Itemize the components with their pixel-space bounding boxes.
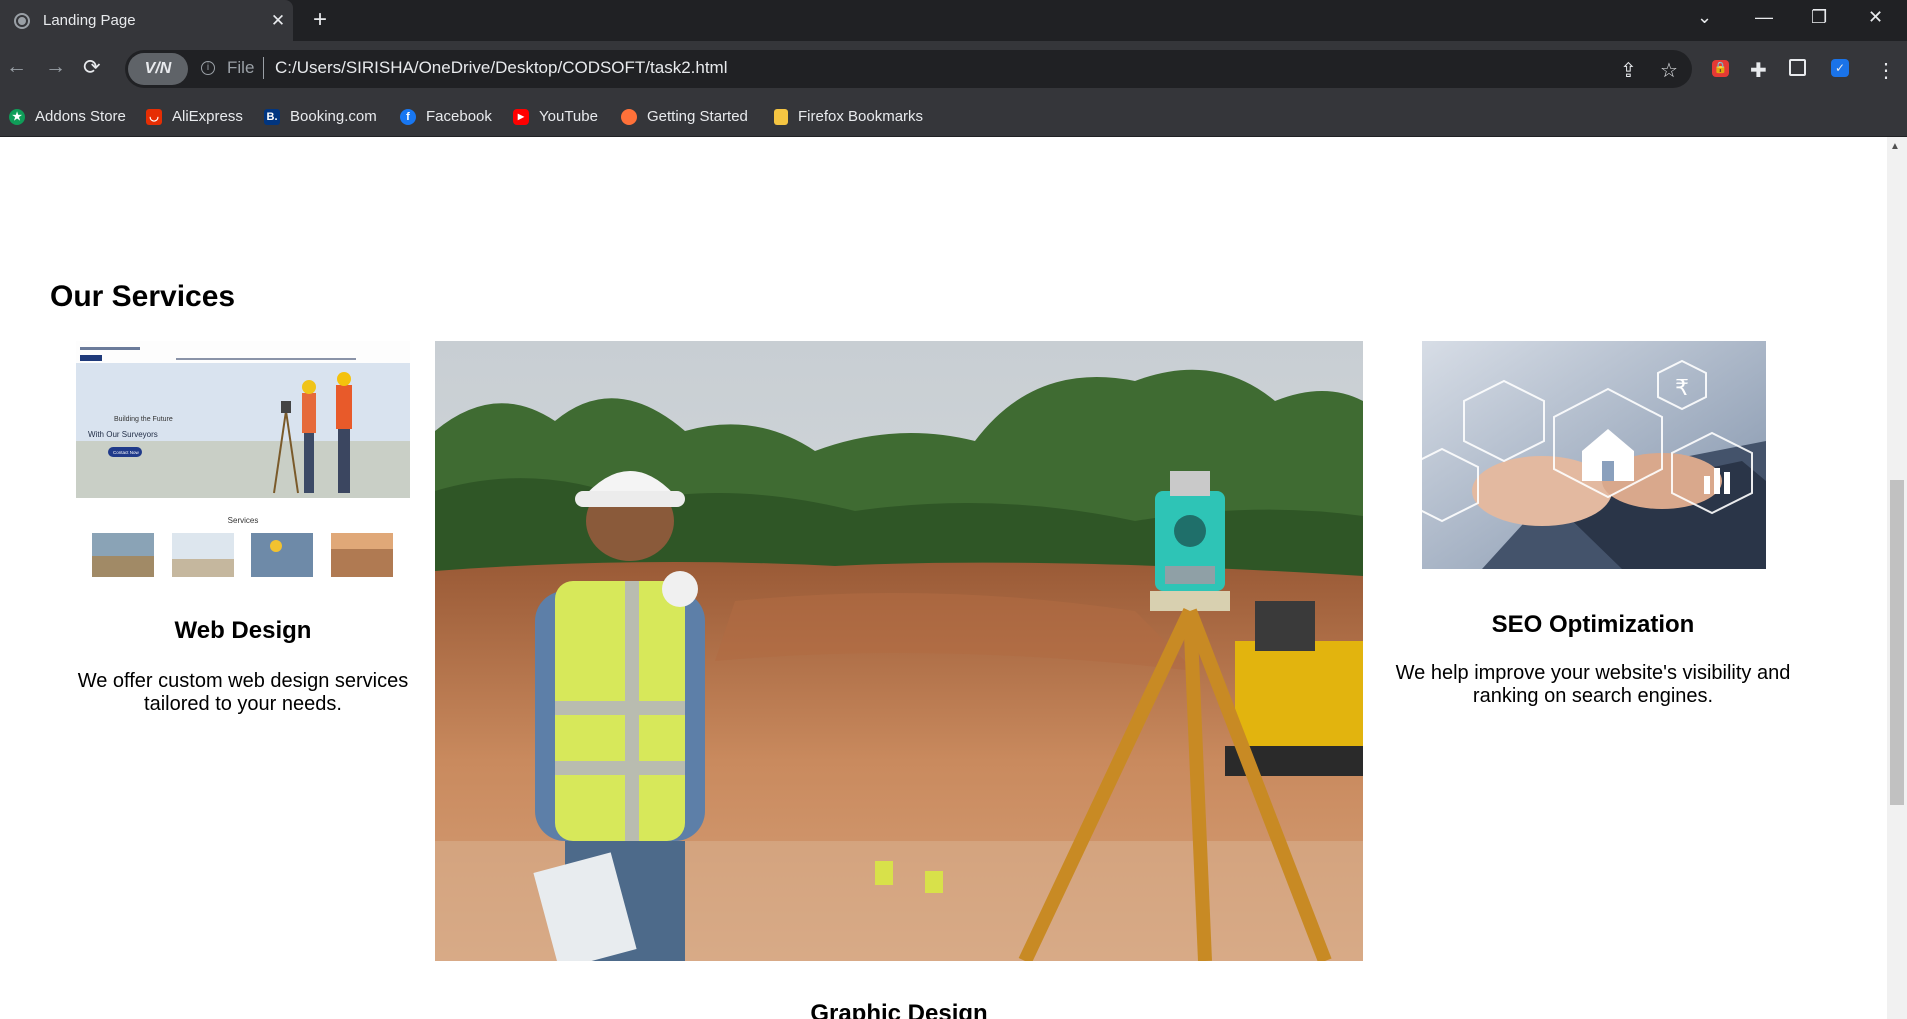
shield-check-icon[interactable]: ✓ [1831,59,1849,77]
bookmark-firefox-bookmarks[interactable]: Firefox Bookmarks [774,108,923,125]
scrollbar-thumb[interactable] [1890,480,1904,805]
web-design-thumbnail: Building the Future With Our Surveyors C… [76,341,410,581]
browser-tab[interactable]: Landing Page ✕ [0,0,293,41]
bookmark-label: Getting Started [647,108,748,125]
service-card-graphic-design: Graphic Design [435,1000,1363,1019]
address-separator [263,57,264,79]
bookmark-label: YouTube [539,108,598,125]
bookmark-label: Addons Store [35,108,126,125]
thumb-hero-line2: With Our Surveyors [88,430,158,439]
service-description-seo: We help improve your website's visibilit… [1383,662,1803,708]
bookmark-aliexpress[interactable]: ◡ AliExpress [146,108,243,125]
tab-search-icon[interactable]: ⌄ [1697,7,1712,28]
addons-store-icon: ★ [9,108,25,125]
back-icon[interactable]: ← [6,55,27,79]
description-line: ranking on search engines. [1472,685,1714,707]
extensions-puzzle-icon[interactable]: ✚ [1750,58,1767,83]
service-title-graphic-design: Graphic Design [810,1000,988,1019]
booking-icon: B. [264,108,280,125]
bookmark-label: Booking.com [290,108,377,125]
firefox-icon [621,108,637,125]
description-line: tailored to your needs. [144,693,342,715]
graphic-design-image [435,341,1363,961]
bookmark-booking[interactable]: B. Booking.com [264,108,377,125]
reload-icon[interactable]: ⟳ [83,55,101,80]
page-viewport: Our Services Building the Future With Ou… [0,137,1887,1019]
facebook-icon: f [400,108,416,125]
thumb-services-label: Services [228,516,259,525]
side-panel-icon[interactable] [1789,59,1806,76]
description-line: We help improve your website's visibilit… [1395,662,1791,684]
tab-strip: Landing Page ✕ + ⌄ — ❐ ✕ [0,0,1907,41]
bookmark-label: AliExpress [172,108,243,125]
close-window-icon[interactable]: ✕ [1868,7,1883,28]
forward-icon[interactable]: → [45,55,66,79]
extension-lock-icon[interactable]: 🔒 [1712,60,1729,77]
bookmark-youtube[interactable]: ▶ YouTube [513,108,598,125]
new-tab-button[interactable]: + [313,8,327,32]
thumb-contact-button: Contact Now [113,450,140,455]
service-title-web-design: Web Design [174,617,312,644]
seo-laptop-photo: ₹ [1422,341,1766,569]
share-icon[interactable]: ⇪ [1620,58,1637,83]
description-line: We offer custom web design services [77,670,409,692]
file-label: File [227,58,255,77]
bookmark-addons-store[interactable]: ★ Addons Store [9,108,126,125]
tab-title: Landing Page [43,12,136,29]
menu-kebab-icon[interactable]: ⋮ [1876,58,1896,83]
vpn-icon[interactable]: V/N [128,53,188,85]
minimize-icon[interactable]: — [1755,7,1773,28]
section-title: Our Services [50,280,236,313]
service-description-web-design: We offer custom web design services tail… [76,670,410,716]
bookmark-facebook[interactable]: f Facebook [400,108,492,125]
site-info-icon[interactable]: i [201,61,215,75]
thumb-hero-line1: Building the Future [114,416,173,423]
service-title-seo: SEO Optimization [1491,611,1695,638]
bookmark-getting-started[interactable]: Getting Started [621,108,748,125]
service-card-web-design: Web Design We offer custom web design se… [76,617,410,716]
rupee-symbol: ₹ [1675,376,1689,401]
seo-image: ₹ [1422,341,1766,569]
folder-icon [774,108,788,125]
close-tab-icon[interactable]: ✕ [263,11,293,31]
bookmarks-bar: ★ Addons Store ◡ AliExpress B. Booking.c… [0,99,1907,137]
bookmark-label: Facebook [426,108,492,125]
bookmark-label: Firefox Bookmarks [798,108,924,125]
website-preview-image: Building the Future With Our Surveyors C… [76,341,410,577]
youtube-icon: ▶ [513,108,529,125]
service-card-seo: SEO Optimization We help improve your we… [1383,611,1803,708]
bookmark-star-icon[interactable]: ☆ [1660,58,1678,83]
url-text[interactable]: C:/Users/SIRISHA/OneDrive/Desktop/CODSOF… [275,58,728,78]
restore-icon[interactable]: ❐ [1811,7,1827,28]
surveyor-photo [435,341,1363,961]
aliexpress-icon: ◡ [146,108,162,125]
scroll-up-arrow-icon[interactable]: ▲ [1890,141,1900,152]
globe-icon [14,12,30,29]
